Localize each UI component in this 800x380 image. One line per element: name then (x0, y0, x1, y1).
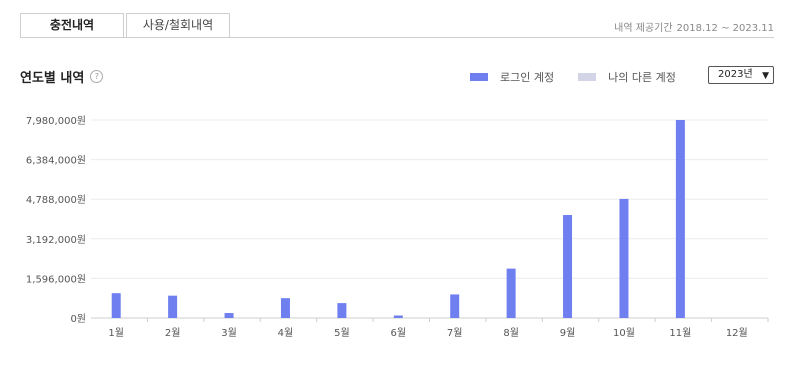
bar (619, 198, 629, 318)
y-tick-label: 7,980,000원 (26, 115, 86, 127)
y-tick-label: 6,384,000원 (26, 155, 86, 167)
x-tick-label: 8월 (503, 327, 519, 339)
y-tick-label: 4,788,000원 (26, 194, 86, 206)
x-tick-label: 9월 (560, 327, 576, 339)
bar (337, 303, 347, 318)
x-tick-label: 1월 (108, 327, 124, 339)
x-tick-label: 10월 (613, 327, 635, 339)
x-tick-label: 5월 (334, 327, 350, 339)
bar (393, 315, 403, 318)
y-tick-label: 1,596,000원 (26, 273, 86, 285)
bar (675, 120, 685, 318)
bar (111, 293, 121, 318)
x-tick-label: 2월 (165, 327, 181, 339)
bar (168, 295, 178, 318)
bar (563, 215, 573, 318)
bar (450, 294, 460, 318)
bar (224, 313, 234, 318)
x-tick-label: 6월 (391, 327, 407, 339)
bar-chart: 7,980,000원 6,384,000원 4,788,000원 3,192,000원… (26, 115, 769, 339)
x-tick-label: 12월 (726, 327, 748, 339)
bar (280, 298, 290, 318)
x-tick-label: 7월 (447, 327, 463, 339)
x-tick-label: 4월 (278, 327, 294, 339)
x-tick-label: 3월 (221, 327, 237, 339)
y-tick-label: 3,192,000원 (26, 234, 86, 246)
x-tick-label: 11월 (669, 327, 691, 339)
bar (506, 268, 516, 318)
y-tick-label: 0원 (70, 313, 86, 325)
